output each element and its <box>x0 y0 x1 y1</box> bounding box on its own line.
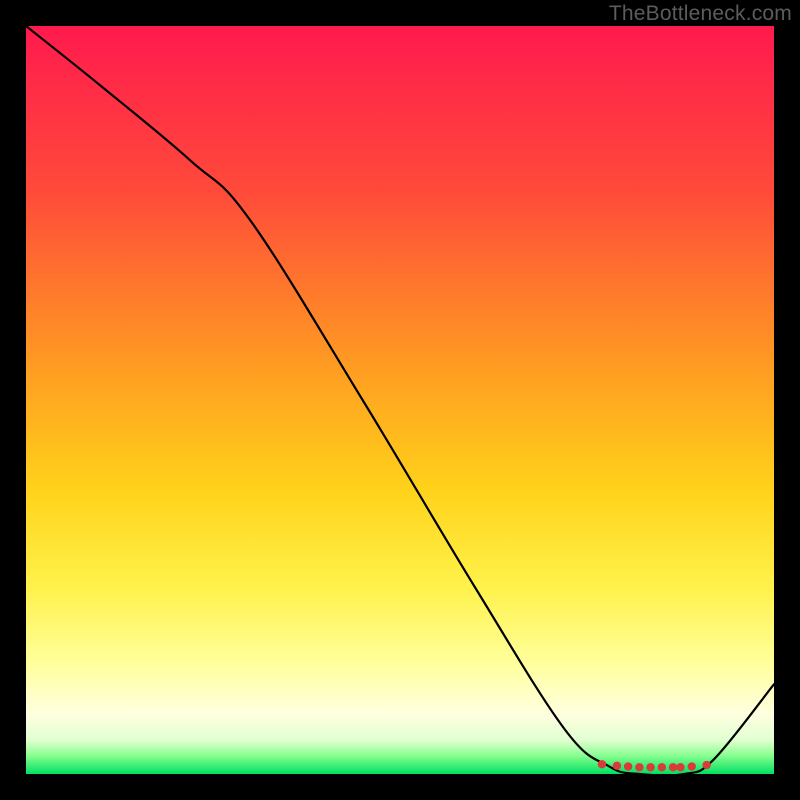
marker-dot <box>658 763 666 771</box>
marker-dot <box>702 761 710 769</box>
marker-dot <box>669 763 677 771</box>
chart-svg <box>26 26 774 774</box>
marker-dot <box>688 762 696 770</box>
gradient-background <box>26 26 774 774</box>
marker-dot <box>676 763 684 771</box>
watermark-text: TheBottleneck.com <box>609 2 792 26</box>
marker-dot <box>624 762 632 770</box>
marker-dot <box>646 763 654 771</box>
marker-dot <box>613 762 621 770</box>
chart-frame: TheBottleneck.com <box>0 0 800 800</box>
marker-dot <box>635 763 643 771</box>
plot-area <box>26 26 774 774</box>
marker-dot <box>598 760 606 768</box>
